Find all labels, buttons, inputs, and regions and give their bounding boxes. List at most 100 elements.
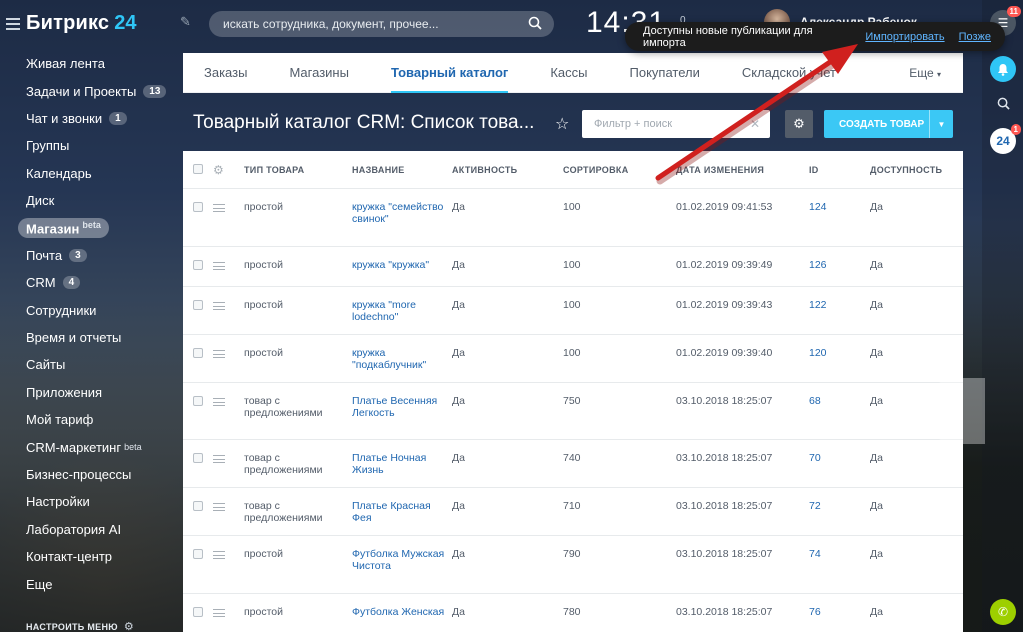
star-icon[interactable]: ☆ (555, 114, 569, 134)
tab[interactable]: Кассы (529, 53, 608, 93)
cell-name-link[interactable]: Платье Весенняя Легкость (352, 383, 452, 419)
telephony-button[interactable]: ✆ (990, 599, 1016, 625)
row-checkbox[interactable] (183, 536, 213, 563)
search-bar[interactable] (209, 11, 554, 37)
cell-name-link[interactable]: Платье Ночная Жизнь (352, 440, 452, 476)
import-link[interactable]: Импортировать (865, 31, 944, 43)
drag-handle-icon[interactable] (213, 287, 244, 314)
table-row[interactable]: простой кружка "семейство свинок" Да 100 01.… (183, 189, 963, 247)
configure-menu-button[interactable]: НАСТРОИТЬ МЕНЮ ⚙ (26, 620, 134, 632)
sidebar-item[interactable]: Контакт-центр (0, 543, 183, 570)
column-settings-icon[interactable]: ⚙ (213, 163, 244, 177)
sidebar-item[interactable]: Мой тариф (0, 406, 183, 433)
drag-handle-icon[interactable] (213, 488, 244, 515)
table-row[interactable]: товар с предложениями Платье Весенняя Лег… (183, 383, 963, 440)
brand-number[interactable]: 24 (114, 12, 136, 35)
cell-name-link[interactable]: кружка "семейство свинок" (352, 189, 452, 225)
table-row[interactable]: простой кружка "кружка" Да 100 01.02.2019 09… (183, 247, 963, 287)
pencil-icon[interactable]: ✎ (180, 14, 191, 30)
sidebar-item[interactable]: CRM-маркетинг beta (0, 433, 183, 460)
sidebar-item[interactable]: Чат и звонки 1 (0, 105, 183, 132)
row-checkbox[interactable] (183, 189, 213, 216)
sidebar-item[interactable]: Сайты (0, 351, 183, 378)
sidebar-item[interactable]: Бизнес-процессы (0, 461, 183, 488)
cell-id-link[interactable]: 126 (809, 247, 870, 272)
sidebar-item[interactable]: Настройки (0, 488, 183, 515)
drag-handle-icon[interactable] (213, 335, 244, 362)
next-page-chevron-icon[interactable]: › (925, 378, 985, 444)
create-product-button[interactable]: СОЗДАТЬ ТОВАР ▼ (824, 110, 953, 138)
sidebar-item[interactable]: Почта 3 (0, 242, 183, 269)
cell-id-link[interactable]: 120 (809, 335, 870, 360)
table-row[interactable]: товар с предложениями Платье Ночная Жизнь… (183, 440, 963, 488)
sidebar-item[interactable]: Лаборатория AI (0, 516, 183, 543)
column-header[interactable]: ДОСТУПНОСТЬ (870, 165, 963, 175)
drag-handle-icon[interactable] (213, 440, 244, 467)
row-checkbox[interactable] (183, 594, 213, 621)
sidebar-item[interactable]: Живая лента (0, 50, 183, 77)
cell-name-link[interactable]: кружка "кружка" (352, 247, 452, 272)
cell-name-link[interactable]: кружка "more lodechno" (352, 287, 452, 323)
row-checkbox[interactable] (183, 287, 213, 314)
cell-name-link[interactable]: Платье Красная Фея (352, 488, 452, 524)
column-header[interactable]: ТИП ТОВАРА (244, 165, 352, 175)
cell-name-link[interactable]: кружка "подкаблучник" (352, 335, 452, 371)
table-row[interactable]: простой Футболка Женская Да 780 03.10.2018 1… (183, 594, 963, 632)
row-checkbox[interactable] (183, 488, 213, 515)
drag-handle-icon[interactable] (213, 536, 244, 563)
sidebar-item[interactable]: Приложения (0, 379, 183, 406)
brand-name[interactable]: Битрикс (26, 12, 109, 35)
sidebar-item[interactable]: Еще (0, 570, 183, 597)
settings-button[interactable]: ⚙ (785, 110, 813, 138)
row-checkbox[interactable] (183, 383, 213, 410)
column-header[interactable]: ID (809, 165, 870, 175)
tabs-more-button[interactable]: Еще ▾ (909, 66, 963, 80)
table-row[interactable]: товар с предложениями Платье Красная Фея Д… (183, 488, 963, 536)
tab[interactable]: Заказы (183, 53, 268, 93)
clear-icon[interactable]: ✕ (750, 117, 760, 131)
sidebar-item[interactable]: Группы (0, 132, 183, 159)
column-header[interactable]: НАЗВАНИЕ (352, 165, 452, 175)
row-checkbox[interactable] (183, 335, 213, 362)
tab[interactable]: Магазины (268, 53, 370, 93)
sidebar-item[interactable]: Сотрудники (0, 297, 183, 324)
cell-id-link[interactable]: 122 (809, 287, 870, 312)
column-header[interactable]: АКТИВНОСТЬ (452, 165, 563, 175)
filter-search-input[interactable]: Фильтр + поиск ✕ (582, 110, 770, 138)
search-icon[interactable] (528, 16, 542, 33)
cell-name-link[interactable]: Футболка Мужская Чистота (352, 536, 452, 572)
column-header[interactable]: СОРТИРОВКА (563, 165, 676, 175)
create-dropdown-chevron-icon[interactable]: ▼ (929, 110, 953, 138)
select-all-checkbox[interactable] (183, 163, 213, 176)
tab[interactable]: Складской учет (721, 53, 857, 93)
row-checkbox[interactable] (183, 247, 213, 274)
drag-handle-icon[interactable] (213, 189, 244, 216)
sidebar-item[interactable]: Время и отчеты (0, 324, 183, 351)
table-row[interactable]: простой кружка "подкаблучник" Да 100 01.02.2… (183, 335, 963, 383)
table-row[interactable]: простой Футболка Мужская Чистота Да 790 03.1… (183, 536, 963, 594)
drag-handle-icon[interactable] (213, 594, 244, 621)
sidebar-item[interactable]: Календарь (0, 160, 183, 187)
cell-name-link[interactable]: Футболка Женская (352, 594, 452, 619)
drag-handle-icon[interactable] (213, 383, 244, 410)
drag-handle-icon[interactable] (213, 247, 244, 274)
sidebar-item[interactable]: CRM 4 (0, 269, 183, 296)
sidebar-item[interactable]: Задачи и Проекты 13 (0, 77, 183, 104)
tab[interactable]: Товарный каталог (370, 53, 529, 93)
cell-id-link[interactable]: 72 (809, 488, 870, 513)
sidebar-item[interactable]: Магазин beta (0, 214, 183, 241)
cell-id-link[interactable]: 124 (809, 189, 870, 214)
cell-id-link[interactable]: 74 (809, 536, 870, 561)
notifications-button[interactable] (990, 56, 1016, 82)
rail-search-button[interactable] (990, 90, 1016, 116)
hamburger-menu-icon[interactable] (6, 17, 20, 30)
cell-id-link[interactable]: 70 (809, 440, 870, 465)
column-header[interactable]: ДАТА ИЗМЕНЕНИЯ (676, 165, 809, 175)
table-row[interactable]: простой кружка "more lodechno" Да 100 01.02.… (183, 287, 963, 335)
b24-network-button[interactable]: 24 1 (990, 124, 1021, 154)
cell-id-link[interactable]: 76 (809, 594, 870, 619)
sidebar-item[interactable]: Диск (0, 187, 183, 214)
row-checkbox[interactable] (183, 440, 213, 467)
later-link[interactable]: Позже (959, 31, 991, 43)
search-input[interactable] (223, 17, 513, 31)
